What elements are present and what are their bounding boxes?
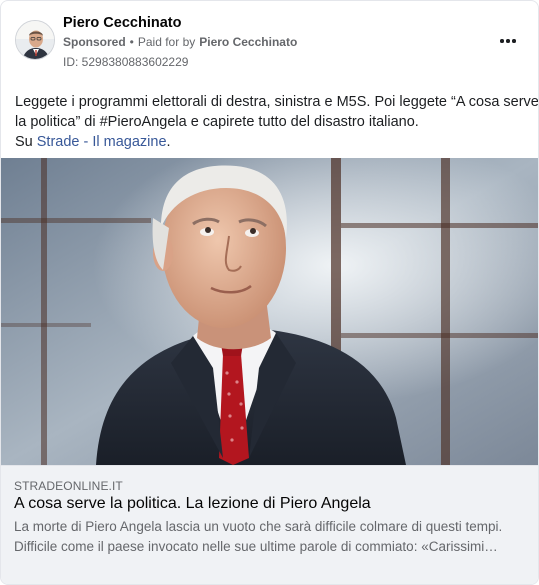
post-text-line: Su Strade - Il magazine.: [15, 132, 527, 152]
post-text-prefix: Su: [15, 134, 37, 150]
post-meta: Sponsored • Paid for by Piero Cecchinato: [63, 35, 297, 49]
link-title[interactable]: A cosa serve la politica. La lezione di …: [14, 495, 371, 513]
link-description-line: Difficile come il paese invocato nelle s…: [14, 539, 498, 554]
meta-separator: •: [129, 35, 134, 49]
post-text-suffix: .: [166, 134, 171, 150]
more-horizontal-icon: [500, 39, 504, 43]
portrait-photo: [1, 158, 538, 465]
post-text: Leggete i programmi elettorali di destra…: [15, 92, 539, 152]
link-domain: STRADEONLINE.IT: [14, 479, 123, 493]
post-text-line: la politica” di #PieroAngela e capirete …: [15, 114, 419, 130]
more-options-button[interactable]: [496, 31, 520, 51]
paid-for-prefix: Paid for by: [137, 35, 196, 49]
author-name[interactable]: Piero Cecchinato: [63, 15, 181, 31]
avatar-image: [16, 21, 54, 59]
sponsored-label: Sponsored: [63, 35, 126, 49]
post-header: Piero Cecchinato Sponsored • Paid for by…: [1, 1, 538, 81]
sponsored-post-card: Piero Cecchinato Sponsored • Paid for by…: [0, 0, 539, 585]
ad-id: ID: 5298380883602229: [63, 55, 189, 69]
link-preview[interactable]: STRADEONLINE.IT A cosa serve la politica…: [1, 465, 538, 584]
post-text-line: Leggete i programmi elettorali di destra…: [15, 94, 539, 110]
paid-for-name[interactable]: Piero Cecchinato: [199, 35, 297, 49]
magazine-link[interactable]: Strade - Il magazine: [37, 134, 167, 150]
link-description: La morte di Piero Angela lascia un vuoto…: [14, 517, 529, 557]
post-image[interactable]: [1, 158, 538, 465]
link-description-line: La morte di Piero Angela lascia un vuoto…: [14, 519, 503, 534]
author-avatar[interactable]: [15, 20, 55, 60]
